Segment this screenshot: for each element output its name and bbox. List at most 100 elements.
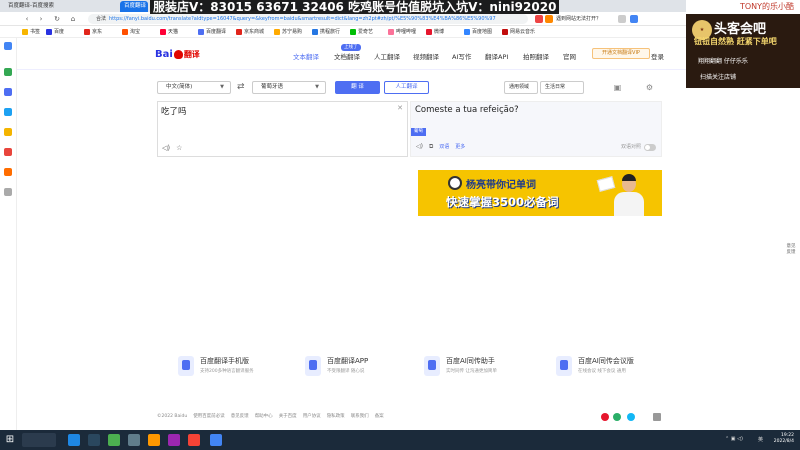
meeting-icon xyxy=(556,356,572,376)
human-translate-button[interactable]: 人工翻译 xyxy=(384,81,429,94)
feedback-side-link[interactable]: 意见反馈 xyxy=(785,244,797,256)
home-icon[interactable]: ⌂ xyxy=(68,14,78,24)
bookmark-item[interactable]: 苏宁易购 xyxy=(274,27,302,37)
bookmark-item[interactable]: 天猫 xyxy=(160,27,178,37)
bookmark-item[interactable]: 网易云音乐 xyxy=(502,27,535,37)
back-icon[interactable]: ‹ xyxy=(22,14,32,24)
wechat-icon[interactable] xyxy=(613,413,621,421)
clear-icon[interactable]: ✕ xyxy=(397,104,403,112)
nav-translate-api[interactable]: 翻译API xyxy=(485,51,508,61)
mail-icon[interactable] xyxy=(653,413,661,421)
app-icon[interactable] xyxy=(188,434,200,446)
url-input[interactable]: 合法 https://fanyi.baidu.com/translate?aldt… xyxy=(88,14,528,24)
bookmark-label: 淘宝 xyxy=(130,29,141,35)
extension-icon[interactable] xyxy=(535,15,543,23)
footer-link[interactable]: 备案 xyxy=(375,414,384,419)
footer-link[interactable]: 使用百度前必读 xyxy=(193,414,225,419)
bookmark-item[interactable]: 爱奇艺 xyxy=(350,27,373,37)
app-icon[interactable] xyxy=(168,434,180,446)
menu-icon[interactable] xyxy=(618,15,626,23)
footer-link[interactable]: 意见反馈 xyxy=(231,414,249,419)
bookmark-item[interactable]: 淘宝 xyxy=(122,27,140,37)
nav-photo-translate[interactable]: 拍照翻译 xyxy=(523,51,549,61)
login-link[interactable]: 登录 xyxy=(651,51,664,61)
app-icon[interactable] xyxy=(68,434,80,446)
taskbar-search[interactable] xyxy=(22,433,56,447)
bookmark-item[interactable]: 哔哩哔哩 xyxy=(388,27,416,37)
footer-link[interactable]: 用户协议 xyxy=(303,414,321,419)
app-icon[interactable] xyxy=(128,434,140,446)
tray-icons[interactable]: ⌃ ▣ ◁) xyxy=(725,436,743,442)
sidebar-icon[interactable] xyxy=(4,108,12,116)
nav-ai-writing[interactable]: AI写作 xyxy=(452,51,471,61)
app-icon[interactable] xyxy=(148,434,160,446)
ad-banner[interactable]: 杨亮带你记单词 快速掌握3500必备词 xyxy=(418,170,662,216)
document-icon[interactable]: ▣ xyxy=(613,83,622,92)
product-desc: 不受限翻译 随心说 xyxy=(327,369,365,374)
star-icon[interactable]: ☆ xyxy=(176,144,182,152)
forward-icon[interactable]: › xyxy=(36,14,46,24)
baidu-fanyi-logo[interactable]: Bai 翻译 xyxy=(155,49,200,60)
app-icon xyxy=(305,356,321,376)
weibo-icon[interactable] xyxy=(601,413,609,421)
refresh-icon[interactable]: ↻ xyxy=(52,14,62,24)
bookmark-label: 天猫 xyxy=(168,29,179,35)
footer-link[interactable]: 隐私政策 xyxy=(327,414,345,419)
nav-video-translate[interactable]: 视频翻译 xyxy=(413,51,439,61)
bookmark-item[interactable]: 百度 xyxy=(46,27,64,37)
bookmark-label: 书签 xyxy=(30,29,41,35)
bookmark-item[interactable]: 百度地图 xyxy=(464,27,492,37)
more-link[interactable]: 更多 xyxy=(455,144,465,150)
system-clock[interactable]: 19:22 2022/8/4 xyxy=(774,433,794,445)
app-icon[interactable] xyxy=(108,434,120,446)
extension-icon[interactable] xyxy=(545,15,553,23)
target-language-select[interactable]: 葡萄牙语 ▼ xyxy=(252,81,326,94)
windows-start-icon[interactable]: ⊞ xyxy=(4,434,16,446)
footer-link[interactable]: 联系我们 xyxy=(351,414,369,419)
sidebar-icon[interactable] xyxy=(4,128,12,136)
speaker-icon[interactable]: ◁) xyxy=(416,143,423,150)
bookmark-item[interactable]: 微博 xyxy=(426,27,444,37)
source-text-pane[interactable]: 吃了吗 ✕ ◁) ☆ xyxy=(157,101,408,157)
nav-official[interactable]: 官网 xyxy=(563,51,576,61)
bookmark-item[interactable]: 携程旅行 xyxy=(312,27,340,37)
bilingual-link[interactable]: 双语 xyxy=(439,144,449,150)
footer-link[interactable]: 关于百度 xyxy=(279,414,297,419)
settings-icon[interactable]: ⚙ xyxy=(645,83,654,92)
bookmark-item[interactable]: 百度翻译 xyxy=(198,27,226,37)
domain-select[interactable]: 通用领域 xyxy=(504,81,538,94)
toolbar-hint[interactable]: 遇到网站无法打开？ xyxy=(556,14,601,24)
sidebar-icon[interactable] xyxy=(4,188,12,196)
bilingual-toggle[interactable] xyxy=(644,144,656,151)
source-language-select[interactable]: 中文(简体) ▼ xyxy=(157,81,231,94)
style-select[interactable]: 生活日常 xyxy=(540,81,584,94)
account-icon[interactable] xyxy=(630,15,638,23)
book-image xyxy=(596,176,616,192)
bookmark-item[interactable]: 京东 xyxy=(84,27,102,37)
footer-link[interactable]: 帮助中心 xyxy=(255,414,273,419)
nav-human-translate[interactable]: 人工翻译 xyxy=(374,51,400,61)
qq-icon[interactable] xyxy=(627,413,635,421)
nav-text-translate[interactable]: 文本翻译 xyxy=(293,51,319,61)
nav-doc-translate[interactable]: 文档翻译 xyxy=(334,51,360,61)
source-text[interactable]: 吃了吗 xyxy=(161,105,187,117)
bookmark-item[interactable]: 书签 xyxy=(22,27,40,37)
sidebar-icon[interactable] xyxy=(4,68,12,76)
browser-icon[interactable] xyxy=(210,434,222,446)
copy-icon[interactable]: ⧉ xyxy=(429,143,433,150)
vip-button[interactable]: 开通文档翻译VIP xyxy=(592,48,650,59)
tab-baidu-fanyi-blue[interactable]: 百度翻译 xyxy=(120,1,148,12)
steam-icon[interactable] xyxy=(88,434,100,446)
input-lang-indicator[interactable]: 英 xyxy=(758,436,763,443)
swap-languages-icon[interactable]: ⇄ xyxy=(237,81,245,94)
target-text-pane: Comeste a tua refeição? 葡萄 ◁) ⧉ 双语 更多 双语对照 xyxy=(410,101,662,157)
sidebar-icon[interactable] xyxy=(4,148,12,156)
tab-baidu-search[interactable]: 百度翻译-百度搜索 xyxy=(4,1,58,12)
speaker-icon[interactable]: ◁) xyxy=(162,144,170,152)
bookmark-item[interactable]: 京东商城 xyxy=(236,27,264,37)
sidebar-icon[interactable] xyxy=(4,42,12,50)
promo-title: 头客会吧 xyxy=(714,22,767,37)
sidebar-icon[interactable] xyxy=(4,88,12,96)
translate-button[interactable]: 翻 译 xyxy=(335,81,380,94)
sidebar-icon[interactable] xyxy=(4,168,12,176)
